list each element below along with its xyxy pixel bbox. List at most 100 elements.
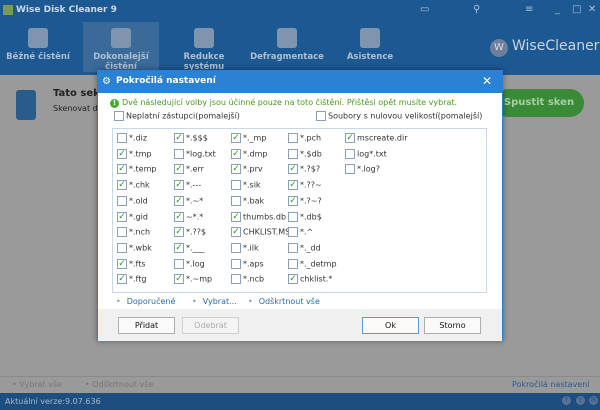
- file-mask-item[interactable]: ✓ *.?~?: [288, 195, 322, 206]
- checkbox[interactable]: ✓: [174, 164, 184, 175]
- file-mask-item[interactable]: ✓ *.err: [174, 164, 204, 175]
- checkbox[interactable]: [345, 164, 355, 175]
- checkbox[interactable]: ✓: [117, 180, 127, 191]
- file-mask-item[interactable]: *.ilk: [231, 242, 259, 253]
- checkbox[interactable]: ✓: [117, 274, 127, 285]
- file-mask-item[interactable]: ✓ *.??$: [174, 227, 206, 238]
- checkbox[interactable]: [288, 133, 298, 143]
- file-mask-item[interactable]: *.nch: [117, 227, 150, 238]
- feedback-icon[interactable]: ▭: [420, 4, 429, 15]
- file-mask-item[interactable]: *.diz: [117, 133, 147, 143]
- file-mask-item[interactable]: *.pch: [288, 133, 321, 143]
- ok-button[interactable]: Ok: [362, 317, 419, 334]
- checkbox[interactable]: ✓: [174, 242, 184, 253]
- checkbox[interactable]: ✓: [174, 211, 184, 222]
- add-button[interactable]: Přidat: [118, 317, 175, 334]
- checkbox[interactable]: ✓: [288, 164, 298, 175]
- email-icon[interactable]: ✉: [589, 396, 598, 405]
- nav-tab-2[interactable]: Redukce systému: [166, 22, 242, 72]
- nav-tab-3[interactable]: Defragmentace: [249, 22, 325, 72]
- checkbox[interactable]: ✓: [288, 195, 298, 206]
- file-mask-item[interactable]: *._dd: [288, 242, 321, 253]
- file-mask-item[interactable]: ✓ *.chk: [117, 180, 150, 191]
- file-mask-item[interactable]: ✓ *.$$$: [174, 133, 208, 143]
- file-mask-item[interactable]: *.wbk: [117, 242, 152, 253]
- checkbox[interactable]: ✓: [174, 195, 184, 206]
- checkbox[interactable]: [288, 242, 298, 253]
- checkbox[interactable]: ✓: [231, 211, 241, 222]
- invalid-shortcuts-checkbox[interactable]: Neplatní zástupci(pomalejší): [114, 111, 240, 121]
- checkbox[interactable]: ✓: [288, 180, 298, 191]
- checkbox[interactable]: ✓: [174, 227, 184, 238]
- file-mask-item[interactable]: *.sik: [231, 180, 261, 191]
- start-scan-button[interactable]: Spustit sken: [494, 89, 584, 117]
- file-mask-item[interactable]: ✓ *.tmp: [117, 148, 152, 159]
- checkbox[interactable]: [231, 274, 241, 285]
- checkbox[interactable]: ✓: [231, 133, 241, 143]
- nav-tab-1[interactable]: Dokonalejší čistění: [83, 22, 159, 72]
- checkbox[interactable]: [231, 242, 241, 253]
- file-mask-item[interactable]: *.log: [174, 258, 205, 269]
- checkbox[interactable]: [288, 148, 298, 159]
- file-mask-item[interactable]: ✓ *.___: [174, 242, 205, 253]
- advanced-settings-link[interactable]: Pokročilá nastavení: [512, 380, 590, 389]
- file-mask-item[interactable]: *.db$: [288, 211, 322, 222]
- twitter-icon[interactable]: t: [576, 396, 585, 405]
- file-mask-item[interactable]: *log.txt: [174, 148, 216, 159]
- file-mask-item[interactable]: *.old: [117, 195, 148, 206]
- file-mask-item[interactable]: *._detmp: [288, 258, 337, 269]
- checkbox[interactable]: ✓: [117, 211, 127, 222]
- file-mask-item[interactable]: ✓ *.---: [174, 180, 201, 191]
- deselect-all-dialog-link[interactable]: Odškrtnout vše: [248, 297, 320, 306]
- checkbox[interactable]: [117, 195, 127, 206]
- file-mask-item[interactable]: ✓ thumbs.db: [231, 211, 286, 222]
- file-mask-item[interactable]: *.log?: [345, 164, 380, 175]
- checkbox[interactable]: [288, 227, 298, 238]
- file-mask-item[interactable]: *.^: [288, 227, 313, 238]
- checkbox[interactable]: ✓: [117, 258, 127, 269]
- recommended-link[interactable]: Doporučené: [116, 297, 176, 306]
- file-mask-item[interactable]: ✓ *.gid: [117, 211, 148, 222]
- nav-tab-4[interactable]: Asistence: [332, 22, 408, 72]
- checkbox[interactable]: ✓: [117, 148, 127, 159]
- file-mask-item[interactable]: ✓ *.~*: [174, 195, 203, 206]
- file-mask-item[interactable]: ✓ *.??~: [288, 180, 322, 191]
- checkbox[interactable]: [345, 148, 355, 159]
- checkbox[interactable]: [288, 258, 298, 269]
- file-mask-item[interactable]: ✓ CHKLIST.MS: [231, 227, 290, 238]
- checkbox[interactable]: [231, 258, 241, 269]
- checkbox[interactable]: ✓: [231, 164, 241, 175]
- checkbox[interactable]: ✓: [117, 164, 127, 175]
- remove-button[interactable]: Odebrat: [182, 317, 239, 334]
- file-mask-item[interactable]: ✓ mscreate.dir: [345, 133, 408, 143]
- search-icon[interactable]: ⚲: [473, 4, 480, 15]
- checkbox[interactable]: ✓: [174, 133, 184, 143]
- checkbox[interactable]: ✓: [174, 274, 184, 285]
- checkbox[interactable]: [174, 258, 184, 269]
- minimize-button[interactable]: _: [555, 4, 560, 15]
- file-mask-item[interactable]: ✓ *.temp: [117, 164, 156, 175]
- file-mask-item[interactable]: ✓ ~*.*: [174, 211, 203, 222]
- checkbox[interactable]: ✓: [345, 133, 355, 143]
- file-mask-item[interactable]: ✓ chklist.*: [288, 274, 332, 285]
- file-mask-item[interactable]: ✓ *.prv: [231, 164, 263, 175]
- maximize-button[interactable]: □: [572, 4, 581, 15]
- checkbox[interactable]: [174, 148, 184, 159]
- checkbox[interactable]: [117, 133, 127, 143]
- checkbox[interactable]: [288, 211, 298, 222]
- file-mask-item[interactable]: ✓ *.?$?: [288, 164, 320, 175]
- file-mask-item[interactable]: *.bak: [231, 195, 264, 206]
- menu-icon[interactable]: ≡: [525, 4, 533, 15]
- file-mask-item[interactable]: ✓ *.fts: [117, 258, 146, 269]
- deselect-all-link[interactable]: • Odškrtnout vše: [85, 380, 153, 389]
- facebook-icon[interactable]: f: [562, 396, 571, 405]
- file-mask-item[interactable]: ✓ *._mp: [231, 133, 266, 143]
- checkbox[interactable]: ✓: [174, 180, 184, 191]
- zero-size-files-checkbox[interactable]: Soubory s nulovou velikostí(pomalejší): [316, 111, 482, 121]
- checkbox[interactable]: [231, 195, 241, 206]
- checkbox[interactable]: [117, 227, 127, 238]
- file-mask-item[interactable]: ✓ *.ftg: [117, 274, 146, 285]
- file-mask-item[interactable]: ✓ *.~mp: [174, 274, 212, 285]
- close-button[interactable]: ✕: [588, 4, 596, 15]
- file-mask-item[interactable]: *.aps: [231, 258, 264, 269]
